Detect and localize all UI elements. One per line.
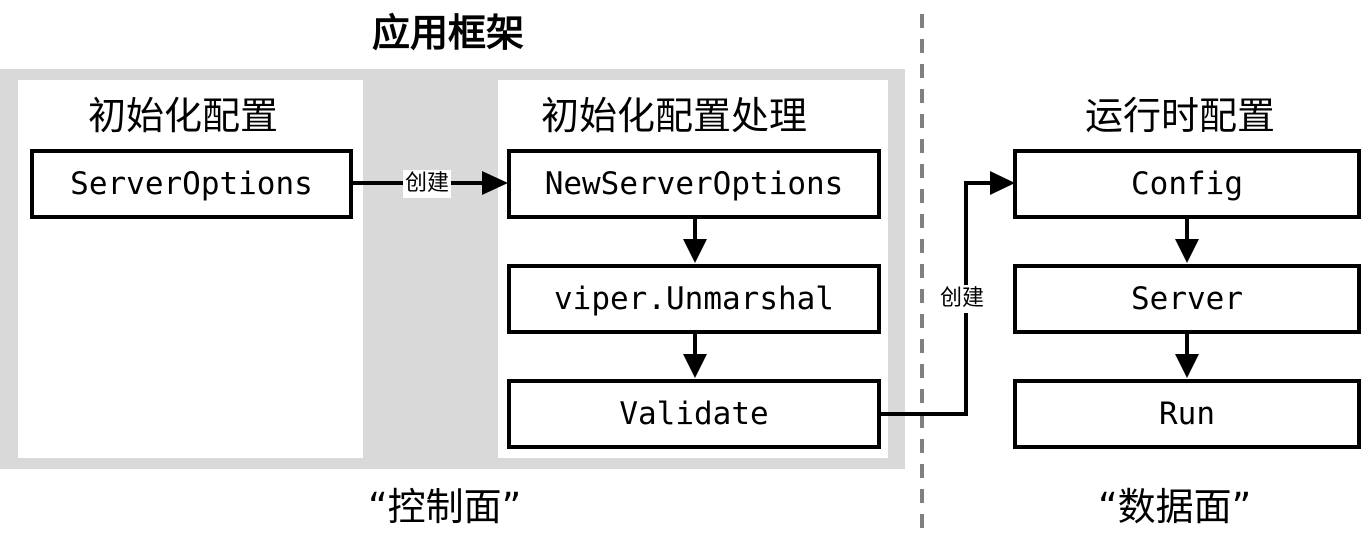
arrow-down-2-head [683,354,707,378]
arrow-down-4-head [1175,354,1199,378]
create-edge-label: 创建 [403,170,452,198]
node-validate: Validate [507,379,881,449]
node-newserveroptions: NewServerOptions [507,149,881,219]
node-run: Run [1013,379,1361,449]
architecture-diagram: 应用框架 初始化配置 初始化配置处理 运行时配置 创建 创建 ServerOpt… [0,0,1371,546]
arrow-down-3-head [1175,239,1199,263]
data-plane-label: “数据面” [1098,485,1252,529]
node-serveroptions: ServerOptions [30,149,353,219]
arrow-create-2-head [990,171,1015,195]
node-viper-unmarshal: viper.Unmarshal [507,264,881,334]
arrow-down-1-head [683,239,707,263]
node-server: Server [1013,264,1361,334]
create-edge-label: 创建 [938,285,987,313]
arrow-create-1-head [482,171,508,195]
node-config: Config [1013,149,1361,219]
control-plane-label: “控制面” [368,485,522,529]
